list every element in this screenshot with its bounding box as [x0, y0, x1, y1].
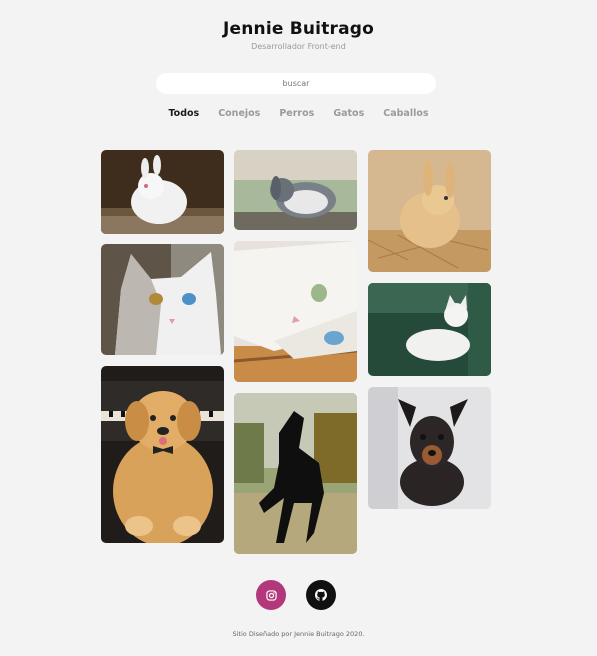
site-title: Jennie Buitrago: [222, 19, 375, 39]
photo-gray-rabbit[interactable]: [234, 150, 357, 230]
photo-white-cat-armchair[interactable]: [368, 283, 491, 376]
instagram-button[interactable]: [256, 580, 286, 610]
photo-white-cat-lying[interactable]: [234, 241, 357, 382]
filter-dogs[interactable]: Perros: [270, 108, 324, 119]
photo-black-horse[interactable]: [234, 393, 357, 554]
photo-white-rabbit[interactable]: [101, 150, 224, 234]
filter-nav: Todos Conejos Perros Gatos Caballos: [0, 108, 597, 119]
photo-golden-puppy[interactable]: [101, 366, 224, 543]
github-icon: [315, 589, 327, 601]
footer-credit: Sitio Diseñado por Jennie Buitrago 2020.: [232, 630, 365, 638]
site-header: Jennie Buitrago Desarrollador Front-end: [0, 0, 597, 51]
instagram-icon: [265, 589, 277, 601]
photo-odd-eyed-cat[interactable]: [101, 244, 224, 355]
search-input[interactable]: [156, 73, 436, 94]
filter-all[interactable]: Todos: [159, 108, 209, 119]
github-button[interactable]: [306, 580, 336, 610]
photo-dachshund[interactable]: [368, 387, 491, 509]
photo-golden-rabbit[interactable]: [368, 150, 491, 272]
filter-cats[interactable]: Gatos: [324, 108, 374, 119]
site-subtitle: Desarrollador Front-end: [251, 42, 346, 51]
filter-horses[interactable]: Caballos: [374, 108, 438, 119]
filter-rabbits[interactable]: Conejos: [209, 108, 270, 119]
search-bar: [156, 71, 436, 94]
